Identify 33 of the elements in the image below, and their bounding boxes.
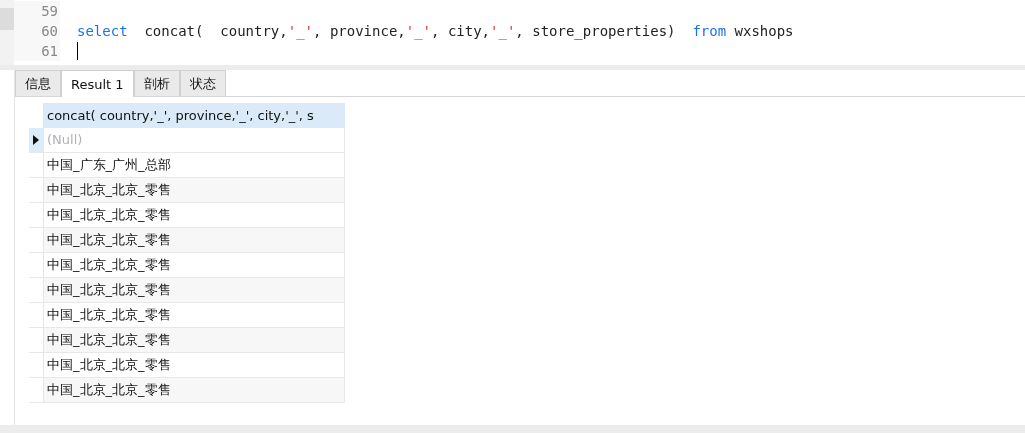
code-token: , province, <box>313 23 406 39</box>
table-cell: 中国_北京_北京_零售 <box>44 328 345 352</box>
table-cell: (Null) <box>44 128 345 152</box>
table-cell: 中国_北京_北京_零售 <box>44 203 345 227</box>
code-token: '_' <box>287 23 314 39</box>
table-cell: 中国_北京_北京_零售 <box>44 378 345 402</box>
table-cell: 中国_北京_北京_零售 <box>44 178 345 202</box>
table-cell: 中国_北京_北京_零售 <box>44 278 345 302</box>
code-token: , store_properties) <box>515 23 677 39</box>
result-tab[interactable]: 状态 <box>179 70 226 96</box>
code-token: concat( country, <box>143 23 288 39</box>
code-token: select <box>77 23 128 39</box>
table-cell: 中国_北京_北京_零售 <box>44 353 345 377</box>
horizontal-scrollbar[interactable] <box>0 425 1025 433</box>
code-token: '_' <box>405 23 432 39</box>
result-tab[interactable]: 剖析 <box>133 70 180 96</box>
scroll-marker <box>0 8 14 30</box>
line-number: 61 <box>14 41 60 61</box>
line-number: 60 <box>14 21 60 41</box>
code-token: from <box>692 23 727 39</box>
result-tab[interactable]: Result 1 <box>61 70 134 97</box>
row-pointer-icon <box>33 135 39 145</box>
table-cell: 中国_北京_北京_零售 <box>44 228 345 252</box>
table-cell: 中国_北京_北京_零售 <box>44 303 345 327</box>
table-cell: 中国_北京_北京_零售 <box>44 253 345 277</box>
table-cell: 中国_广东_广州_总部 <box>44 153 345 177</box>
line-number: 59 <box>14 1 60 21</box>
code-token: '_' <box>490 23 516 39</box>
result-tab[interactable]: 信息 <box>15 70 61 96</box>
row-indicator[interactable] <box>29 128 44 152</box>
column-header[interactable]: concat( country,'_', province,'_', city,'_', s <box>44 103 345 128</box>
code-token: , city, <box>431 23 491 39</box>
code-token: wxshops <box>733 23 794 39</box>
